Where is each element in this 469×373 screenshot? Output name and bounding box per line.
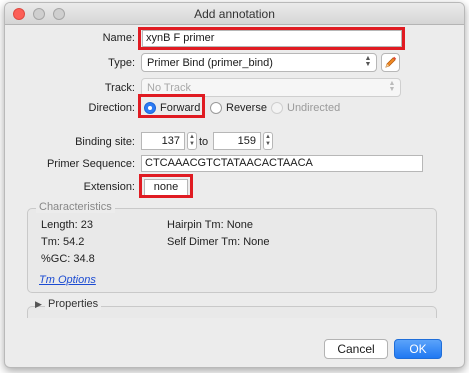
radio-reverse[interactable] — [210, 102, 222, 114]
binding-start-field[interactable]: 137 — [141, 132, 185, 150]
primer-sequence-label: Primer Sequence: — [46, 158, 135, 170]
extension-label: Extension: — [83, 181, 135, 193]
direction-highlight-box — [138, 94, 205, 118]
tm-options-link[interactable]: Tm Options — [39, 274, 96, 286]
ok-button[interactable]: OK — [394, 339, 442, 359]
characteristics-title: Characteristics — [36, 201, 115, 213]
name-label: Name: — [102, 32, 135, 44]
binding-site-label: Binding site: — [75, 136, 135, 148]
dialog-window: Add annotation Name: xynB F primer Type:… — [4, 2, 465, 368]
direction-label: Direction: — [88, 102, 135, 114]
binding-end-field[interactable]: 159 — [213, 132, 261, 150]
tm-value: Tm: 54.2 — [41, 236, 85, 248]
type-select[interactable]: Primer Bind (primer_bind) ▲ ▼ — [141, 53, 377, 72]
title-bar: Add annotation — [5, 3, 464, 25]
up-down-chevron-icon: ▲ ▼ — [388, 80, 396, 93]
binding-end-stepper[interactable]: ▲ ▼ — [263, 132, 273, 150]
edit-type-button[interactable] — [381, 53, 400, 72]
disclosure-triangle-icon[interactable]: ▶ — [35, 299, 42, 310]
track-select-value: No Track — [147, 82, 192, 94]
up-down-chevron-icon: ▲ ▼ — [364, 55, 372, 68]
radio-undirected — [271, 102, 283, 114]
track-label: Track: — [104, 82, 135, 94]
radio-undirected-label: Undirected — [287, 102, 341, 114]
name-highlight-box — [138, 27, 405, 50]
type-select-value: Primer Bind (primer_bind) — [147, 57, 273, 69]
properties-toggle[interactable]: Properties — [45, 298, 102, 310]
primer-sequence-field[interactable]: CTCAAACGTCTATAACACTAACA — [141, 155, 423, 172]
window-title: Add annotation — [194, 7, 275, 21]
type-label: Type: — [108, 57, 135, 69]
binding-to-label: to — [199, 136, 209, 148]
length-value: Length: 23 — [41, 219, 93, 231]
extension-highlight-box — [139, 174, 193, 198]
hairpin-tm-value: Hairpin Tm: None — [167, 219, 253, 231]
self-dimer-tm-value: Self Dimer Tm: None — [167, 236, 270, 248]
gc-value: %GC: 34.8 — [41, 253, 95, 265]
binding-start-stepper[interactable]: ▲ ▼ — [187, 132, 197, 150]
cancel-button[interactable]: Cancel — [324, 339, 388, 359]
radio-reverse-label[interactable]: Reverse — [226, 102, 267, 114]
pencil-icon — [385, 56, 397, 68]
